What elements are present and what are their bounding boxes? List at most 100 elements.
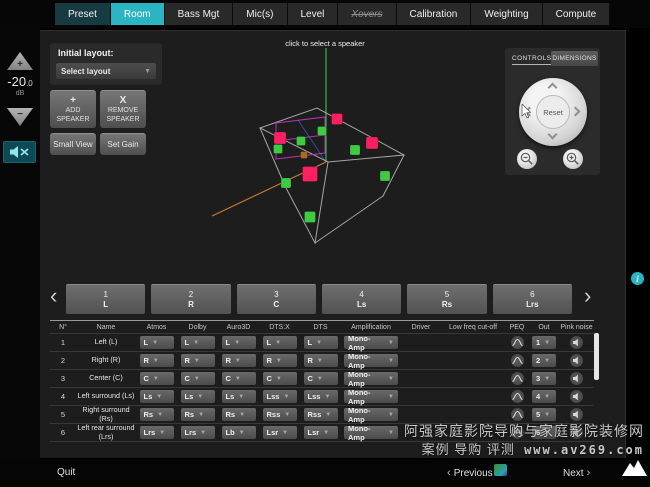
channel-button-3[interactable]: 3C (237, 284, 316, 314)
channel-button-5[interactable]: 5Rs (407, 284, 486, 314)
amplification-dropdown[interactable]: Mono-Amp▼ (344, 336, 398, 349)
layout-select-dropdown[interactable]: Select layout ▼ (56, 63, 156, 79)
out-dropdown[interactable]: 3▼ (532, 372, 556, 385)
speaker-cubes[interactable] (274, 114, 391, 223)
channel-button-2[interactable]: 2R (151, 284, 230, 314)
green-speaker-cube[interactable] (350, 145, 360, 155)
peq-button[interactable] (511, 426, 524, 439)
add-speaker-button[interactable]: + ADD SPEAKER (50, 90, 96, 128)
pink-noise-button[interactable] (570, 372, 583, 385)
tab-xovers[interactable]: Xovers (338, 3, 396, 25)
channel-button-4[interactable]: 4Ls (322, 284, 401, 314)
dts-dropdown[interactable]: L▼ (304, 336, 338, 349)
peq-button[interactable] (511, 336, 524, 349)
amplification-dropdown[interactable]: Mono-Amp▼ (344, 408, 398, 421)
pink-noise-button[interactable] (570, 426, 583, 439)
peq-button[interactable] (511, 408, 524, 421)
remove-speaker-button[interactable]: X REMOVE SPEAKER (100, 90, 146, 128)
pink-speaker-cube[interactable] (303, 167, 318, 182)
dolby-dropdown[interactable]: Rs▼ (181, 408, 215, 421)
green-speaker-cube[interactable] (274, 145, 283, 154)
small-view-button[interactable]: Small View (50, 133, 96, 155)
dtsx-dropdown[interactable]: Lss▼ (263, 390, 297, 403)
rotate-up-icon[interactable] (548, 83, 558, 93)
next-button[interactable]: Next › (563, 467, 590, 479)
channel-scroll-right-icon[interactable]: › (584, 283, 591, 309)
set-gain-button[interactable]: Set Gain (100, 133, 146, 155)
atmos-dropdown[interactable]: R▼ (140, 354, 174, 367)
orange-speaker-cube[interactable] (301, 152, 308, 159)
3d-room-view[interactable]: click to select a speaker (200, 32, 500, 262)
dtsx-dropdown[interactable]: Rss▼ (263, 408, 297, 421)
rotate-down-icon[interactable] (548, 130, 558, 140)
out-dropdown[interactable]: 4▼ (532, 390, 556, 403)
atmos-dropdown[interactable]: L▼ (140, 336, 174, 349)
green-speaker-cube[interactable] (318, 127, 327, 136)
dts-dropdown[interactable]: Rss▼ (304, 408, 338, 421)
amplification-dropdown[interactable]: Mono-Amp▼ (344, 354, 398, 367)
dtsx-dropdown[interactable]: Lsr▼ (263, 426, 297, 439)
peq-button[interactable] (511, 390, 524, 403)
channel-scroll-left-icon[interactable]: ‹ (50, 283, 57, 309)
reset-button[interactable]: Reset (536, 95, 570, 129)
pink-speaker-cube[interactable] (366, 137, 378, 149)
previous-button[interactable]: ‹ Previous (447, 467, 493, 479)
auro3d-dropdown[interactable]: Ls▼ (222, 390, 256, 403)
auro3d-dropdown[interactable]: Lb▼ (222, 426, 256, 439)
amplification-dropdown[interactable]: Mono-Amp▼ (344, 390, 398, 403)
channel-button-6[interactable]: 6Lrs (493, 284, 572, 314)
pink-noise-button[interactable] (570, 408, 583, 421)
out-dropdown[interactable]: 5▼ (532, 408, 556, 421)
quit-button[interactable]: Quit (57, 467, 75, 478)
zoom-out-button[interactable] (517, 149, 537, 169)
channel-button-1[interactable]: 1L (66, 284, 145, 314)
dolby-dropdown[interactable]: R▼ (181, 354, 215, 367)
dolby-dropdown[interactable]: Lrs▼ (181, 426, 215, 439)
dolby-dropdown[interactable]: Ls▼ (181, 390, 215, 403)
dtsx-dropdown[interactable]: C▼ (263, 372, 297, 385)
pink-noise-button[interactable] (570, 336, 583, 349)
tab-preset[interactable]: Preset (55, 3, 111, 25)
mute-button[interactable] (3, 141, 36, 163)
green-speaker-cube[interactable] (281, 178, 291, 188)
auro3d-dropdown[interactable]: L▼ (222, 336, 256, 349)
pink-speaker-cube[interactable] (274, 132, 286, 144)
tab-room[interactable]: Room (111, 3, 165, 25)
green-speaker-cube[interactable] (380, 171, 390, 181)
tab-bass-mgt[interactable]: Bass Mgt (165, 3, 234, 25)
auro3d-dropdown[interactable]: R▼ (222, 354, 256, 367)
zoom-in-button[interactable] (563, 149, 583, 169)
tab-controls[interactable]: CONTROLS (512, 55, 551, 65)
auro3d-dropdown[interactable]: C▼ (222, 372, 256, 385)
dolby-dropdown[interactable]: C▼ (181, 372, 215, 385)
dtsx-dropdown[interactable]: R▼ (263, 354, 297, 367)
tab-level[interactable]: Level (288, 3, 339, 25)
peq-button[interactable] (511, 354, 524, 367)
pink-speaker-cube[interactable] (332, 114, 343, 125)
out-dropdown[interactable]: 6▼ (532, 426, 556, 439)
green-speaker-cube[interactable] (297, 137, 306, 146)
volume-down-button[interactable]: − (7, 108, 33, 126)
green-speaker-cube[interactable] (305, 212, 316, 223)
atmos-dropdown[interactable]: C▼ (140, 372, 174, 385)
amplification-dropdown[interactable]: Mono-Amp▼ (344, 426, 398, 439)
pink-noise-button[interactable] (570, 354, 583, 367)
dtsx-dropdown[interactable]: L▼ (263, 336, 297, 349)
out-dropdown[interactable]: 2▼ (532, 354, 556, 367)
pink-noise-button[interactable] (570, 390, 583, 403)
tab-compute[interactable]: Compute (543, 3, 611, 25)
dts-dropdown[interactable]: Lss▼ (304, 390, 338, 403)
tab-dimensions[interactable]: DIMENSIONS (551, 51, 598, 66)
auro3d-dropdown[interactable]: Rs▼ (222, 408, 256, 421)
volume-up-button[interactable]: + (7, 52, 33, 70)
amplification-dropdown[interactable]: Mono-Amp▼ (344, 372, 398, 385)
peq-button[interactable] (511, 372, 524, 385)
dolby-dropdown[interactable]: L▼ (181, 336, 215, 349)
info-icon[interactable]: i (631, 272, 644, 285)
atmos-dropdown[interactable]: Lrs▼ (140, 426, 174, 439)
rotate-right-icon[interactable] (571, 107, 581, 117)
table-scrollbar[interactable] (594, 333, 599, 380)
tab-mic-s[interactable]: Mic(s) (233, 3, 287, 25)
dts-dropdown[interactable]: C▼ (304, 372, 338, 385)
out-dropdown[interactable]: 1▼ (532, 336, 556, 349)
